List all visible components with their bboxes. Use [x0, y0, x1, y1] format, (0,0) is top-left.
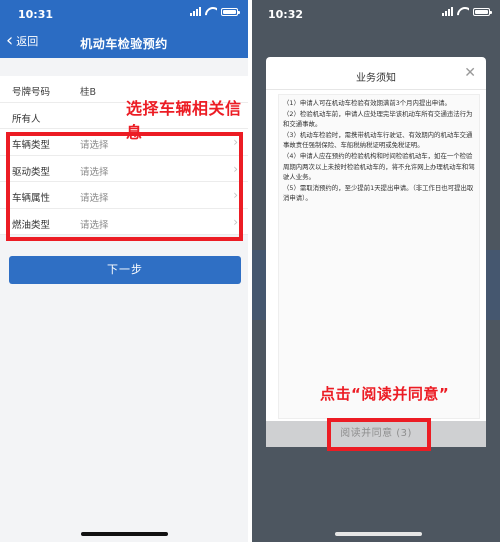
- battery-icon: [473, 7, 492, 16]
- status-icons: [442, 7, 492, 16]
- status-time: 10:31: [18, 8, 54, 21]
- home-indicator[interactable]: [81, 532, 168, 536]
- page-title: 机动车检验预约: [80, 37, 168, 51]
- wifi-icon: [457, 7, 469, 16]
- wifi-icon: [205, 7, 217, 16]
- annotation-text: 选择车辆相关信息: [126, 99, 242, 142]
- home-indicator[interactable]: [335, 532, 422, 536]
- modal-title: 业务须知: [356, 73, 396, 84]
- nav-bar: ‹ 返回 机动车检验预约: [0, 28, 248, 58]
- divider: [266, 89, 486, 90]
- notice-paragraph: （3）机动车检验时，需携带机动车行驶证、有效期内的机动车交通事故责任强制保险、车…: [283, 130, 473, 150]
- app-header: 10:31 ‹ 返回 机动车检验预约: [0, 0, 248, 58]
- notice-content[interactable]: （1）申请人可在机动车检验有效期满前3个月内提出申请。 （2）检验机动车前，申请…: [278, 94, 480, 419]
- notice-paragraph: （1）申请人可在机动车检验有效期满前3个月内提出申请。: [283, 99, 451, 107]
- row-label: 所有人: [12, 113, 41, 125]
- notice-paragraph: （2）检验机动车前，申请人应处理完毕该机动车所有交通违法行为和交通事故。: [283, 109, 473, 129]
- battery-icon: [221, 7, 240, 16]
- signal-icon: [442, 7, 453, 16]
- highlight-box: [6, 132, 243, 241]
- left-screen: 10:31 ‹ 返回 机动车检验预约 号牌号码 桂B 所有人 车辆类型 请选择 …: [0, 0, 248, 542]
- status-bar: 10:31: [0, 0, 248, 28]
- notice-paragraph: （4）申请人应在预约的检验机构和时间检验机动车，如在一个检验周期内两次以上未按时…: [283, 151, 475, 182]
- annotation-text: 点击“阅读并同意”: [320, 385, 450, 403]
- highlight-box: [327, 418, 431, 451]
- signal-icon: [190, 7, 201, 16]
- right-screen: 10:32 业务须知 ✕ （1）申请人可在机动车检验有效期满前3个月内提出申请。…: [252, 0, 500, 542]
- notice-paragraph: （5）需取消预约的，至少提前1天提出申请。（非工作日也可提出取消申请）。: [283, 183, 474, 203]
- status-icons: [190, 7, 240, 16]
- row-label: 号牌号码: [12, 87, 51, 98]
- next-button[interactable]: 下一步: [9, 256, 241, 284]
- status-time: 10:32: [268, 8, 304, 21]
- plate-number-value[interactable]: 桂B: [80, 84, 96, 98]
- status-bar: 10:32: [252, 0, 500, 28]
- close-icon[interactable]: ✕: [464, 65, 476, 81]
